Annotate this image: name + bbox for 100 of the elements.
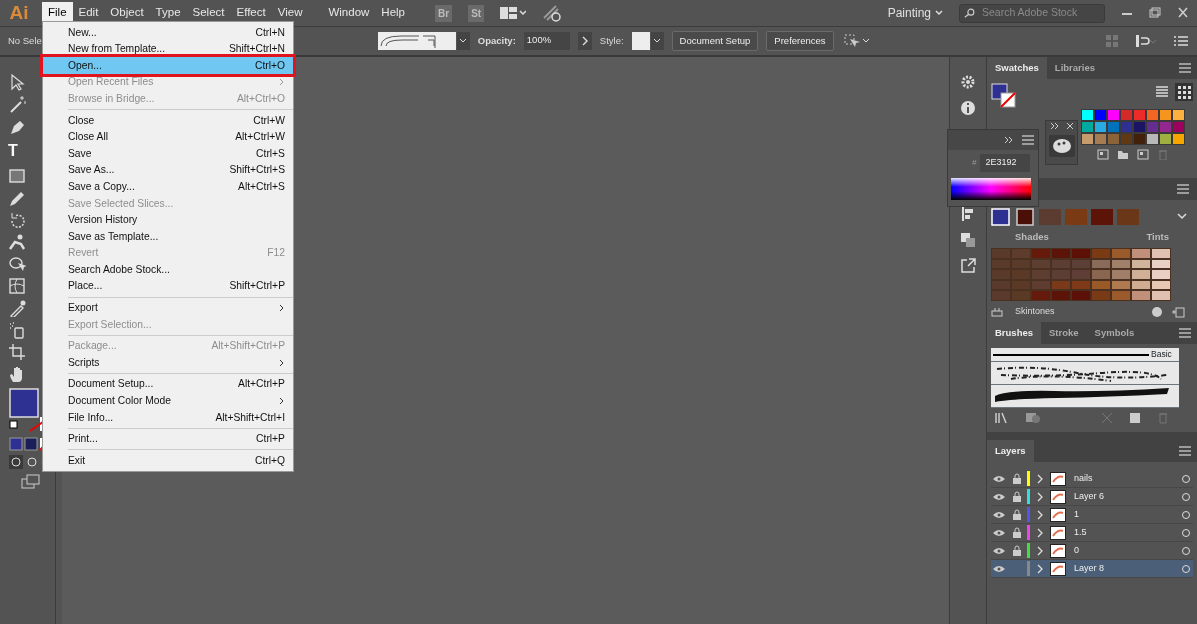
color-variation-swatch[interactable] (1091, 279, 1111, 291)
color-variation-swatch[interactable] (1031, 258, 1051, 270)
swatch[interactable] (1107, 121, 1120, 133)
menu-item[interactable]: Version History (43, 211, 293, 229)
collapse-icon[interactable] (1004, 136, 1014, 144)
color-variation-swatch[interactable] (1011, 279, 1031, 291)
menu-item[interactable]: New from Template... Shift+Ctrl+N (43, 40, 293, 58)
color-variation-swatch[interactable] (1051, 279, 1071, 291)
panel-tab[interactable]: Brushes (987, 322, 1041, 345)
toolbar-button[interactable]: Document Setup (671, 30, 759, 52)
menu-item[interactable]: Select (186, 2, 231, 24)
sync-icon[interactable] (542, 4, 563, 22)
color-variation-swatch[interactable] (1091, 290, 1111, 301)
color-variation-swatch[interactable] (1111, 248, 1131, 259)
eye-icon[interactable] (991, 491, 1007, 502)
swatch[interactable] (1133, 133, 1146, 145)
layer-row[interactable]: 1.5 (991, 524, 1193, 543)
harmony-swatch[interactable] (1015, 208, 1035, 226)
menu-item[interactable]: File Info... Alt+Shift+Ctrl+I (43, 409, 293, 426)
menu-item[interactable]: Save a Copy... Alt+Ctrl+S (43, 178, 293, 195)
panel-tab[interactable]: Swatches (987, 56, 1047, 79)
swatch[interactable] (1146, 121, 1159, 133)
menu-item[interactable]: Window (322, 2, 376, 24)
opacity-field[interactable]: 100% (523, 32, 570, 50)
menu-item[interactable]: Open... Ctrl+O (43, 57, 293, 74)
color-variation-swatch[interactable] (1071, 258, 1091, 270)
color-variation-swatch[interactable] (991, 248, 1011, 259)
swatch[interactable] (1081, 121, 1094, 133)
color-variation-swatch[interactable] (1091, 258, 1111, 270)
color-variation-swatch[interactable] (1031, 248, 1051, 259)
menu-item[interactable]: View (271, 2, 309, 24)
layer-row[interactable]: 1 (991, 506, 1193, 525)
color-variation-swatch[interactable] (1071, 248, 1091, 259)
panel-menu-icon[interactable] (1177, 184, 1189, 194)
color-variation-swatch[interactable] (1071, 269, 1091, 280)
eye-icon[interactable] (991, 563, 1007, 574)
rotate-icon[interactable] (8, 211, 26, 229)
save-swatches-icon[interactable] (1171, 305, 1185, 318)
color-variation-swatch[interactable] (1151, 279, 1171, 291)
swatch[interactable] (1094, 121, 1107, 133)
target-icon[interactable] (1181, 527, 1193, 538)
workspace-switcher[interactable]: Painting (887, 4, 943, 22)
color-variation-swatch[interactable] (1051, 258, 1071, 270)
menu-item[interactable]: Edit (72, 2, 105, 24)
menu-item[interactable]: Help (375, 2, 411, 24)
panel-menu-icon[interactable] (1022, 135, 1034, 145)
color-spectrum[interactable] (951, 177, 1031, 200)
swatch[interactable] (1159, 133, 1172, 145)
color-group-swatch[interactable] (1065, 209, 1087, 225)
lock-icon[interactable] (1011, 526, 1023, 539)
menu-item[interactable]: Effect (230, 2, 272, 24)
wand-icon[interactable] (8, 95, 26, 113)
style-dropdown[interactable] (631, 32, 664, 50)
lock-icon[interactable] (1011, 508, 1023, 521)
panel-menu-icon[interactable] (1179, 63, 1191, 73)
color-group-swatch[interactable] (1039, 209, 1061, 225)
menu-item[interactable]: Save Ctrl+S (43, 145, 293, 162)
swatch[interactable] (1120, 133, 1133, 145)
swatch[interactable] (1133, 121, 1146, 133)
caret-icon[interactable] (1177, 213, 1187, 221)
color-variation-swatch[interactable] (1031, 279, 1051, 291)
basic-brush-stroke[interactable] (991, 351, 1151, 358)
layer-row[interactable]: nails (991, 470, 1193, 489)
panel-menu-icon[interactable] (1179, 328, 1191, 339)
new-brush-icon[interactable] (1129, 412, 1141, 425)
swatch[interactable] (1094, 133, 1107, 145)
swatch[interactable] (1146, 109, 1159, 121)
pencil-icon[interactable] (8, 189, 26, 207)
chevron-right-icon[interactable] (577, 32, 592, 50)
pathfinder-icon[interactable] (959, 231, 977, 249)
color-variation-swatch[interactable] (1151, 258, 1171, 270)
mesh-icon[interactable] (8, 277, 26, 295)
color-variation-swatch[interactable] (1011, 290, 1031, 301)
panel-tab[interactable]: Libraries (1046, 56, 1103, 79)
color-variation-swatch[interactable] (1071, 290, 1091, 301)
brush-options-icon[interactable] (1025, 412, 1041, 425)
panel-tab[interactable]: Stroke (1041, 322, 1087, 345)
color-variation-swatch[interactable] (991, 258, 1011, 270)
pointer-icon[interactable] (8, 73, 26, 91)
align-icon[interactable] (1135, 34, 1157, 48)
menu-item[interactable]: Place... Shift+Ctrl+P (43, 277, 293, 295)
swatch[interactable] (1133, 109, 1146, 121)
menu-item[interactable]: Document Setup... Alt+Ctrl+P (43, 375, 293, 393)
color-group-swatch[interactable] (1117, 209, 1139, 225)
menu-item[interactable]: Search Adobe Stock... (43, 261, 293, 278)
layer-row[interactable]: Layer 6 (991, 488, 1193, 507)
toolbar-button[interactable]: Preferences (766, 30, 834, 52)
lock-icon[interactable] (1011, 490, 1023, 503)
color-variation-swatch[interactable] (1151, 269, 1171, 280)
gear-icon[interactable] (959, 73, 977, 91)
stroke-profile-dropdown[interactable] (377, 32, 470, 50)
color-variation-swatch[interactable] (1131, 248, 1151, 259)
color-variation-swatch[interactable] (1131, 269, 1151, 280)
layout-grid-icon[interactable] (500, 6, 527, 20)
target-icon[interactable] (1181, 473, 1193, 484)
spray-can-icon[interactable] (8, 321, 26, 339)
color-group-swatch[interactable] (1091, 209, 1113, 225)
panel-tab[interactable]: Symbols (1086, 322, 1143, 345)
swatch[interactable] (1107, 133, 1120, 145)
color-variation-swatch[interactable] (1011, 248, 1031, 259)
